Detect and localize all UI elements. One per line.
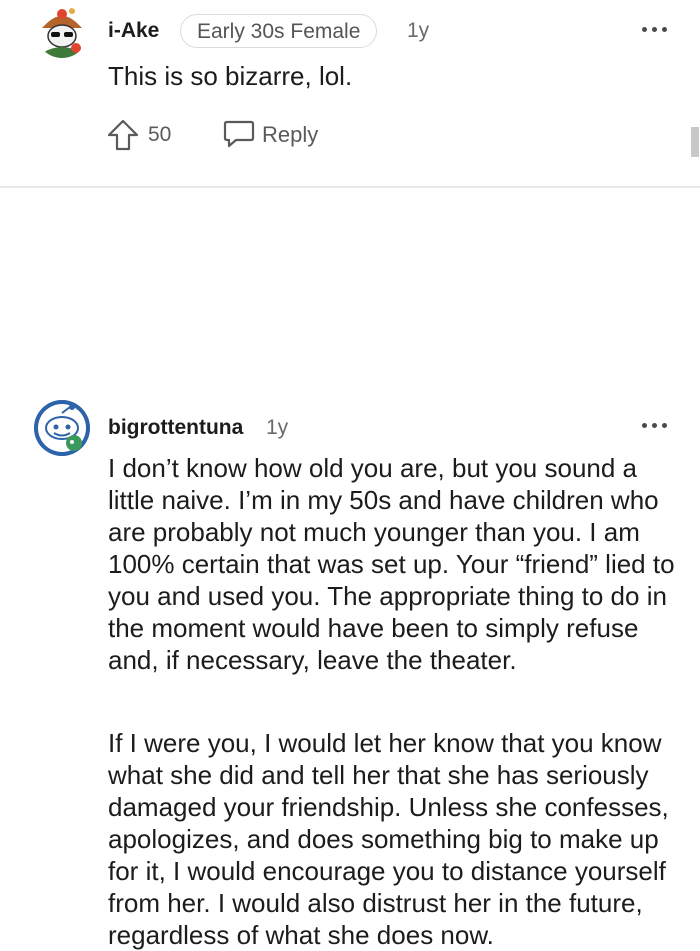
upvote-count: 50 <box>148 123 172 146</box>
snoo-avatar-icon <box>34 400 90 456</box>
reply-label: Reply <box>262 122 319 147</box>
comment-paragraph: I don’t know how old you are, but you so… <box>108 453 675 675</box>
comment-age: 1y <box>266 416 289 439</box>
comment-item: i-Ake Early 30s Female 1y This is so biz… <box>0 0 700 188</box>
comment-age: 1y <box>407 19 430 42</box>
scrollbar-thumb[interactable] <box>691 127 699 157</box>
comment-text: This is so bizarre, lol. <box>108 61 353 91</box>
snoo-avatar-icon <box>36 6 88 58</box>
user-avatar[interactable] <box>36 6 88 58</box>
comment-divider <box>0 186 700 188</box>
more-options-icon[interactable] <box>642 422 668 430</box>
upvote-arrow-icon[interactable] <box>106 118 140 152</box>
username[interactable]: i-Ake <box>108 19 159 43</box>
comment-item: bigrottentuna 1y I don’t know how old yo… <box>0 190 700 950</box>
speech-bubble-icon <box>223 120 255 148</box>
user-flair: Early 30s Female <box>180 14 378 48</box>
username[interactable]: bigrottentuna <box>108 416 243 440</box>
user-avatar[interactable] <box>34 400 90 456</box>
more-options-icon[interactable] <box>642 26 668 34</box>
comment-paragraph: If I were you, I would let her know that… <box>108 728 669 950</box>
